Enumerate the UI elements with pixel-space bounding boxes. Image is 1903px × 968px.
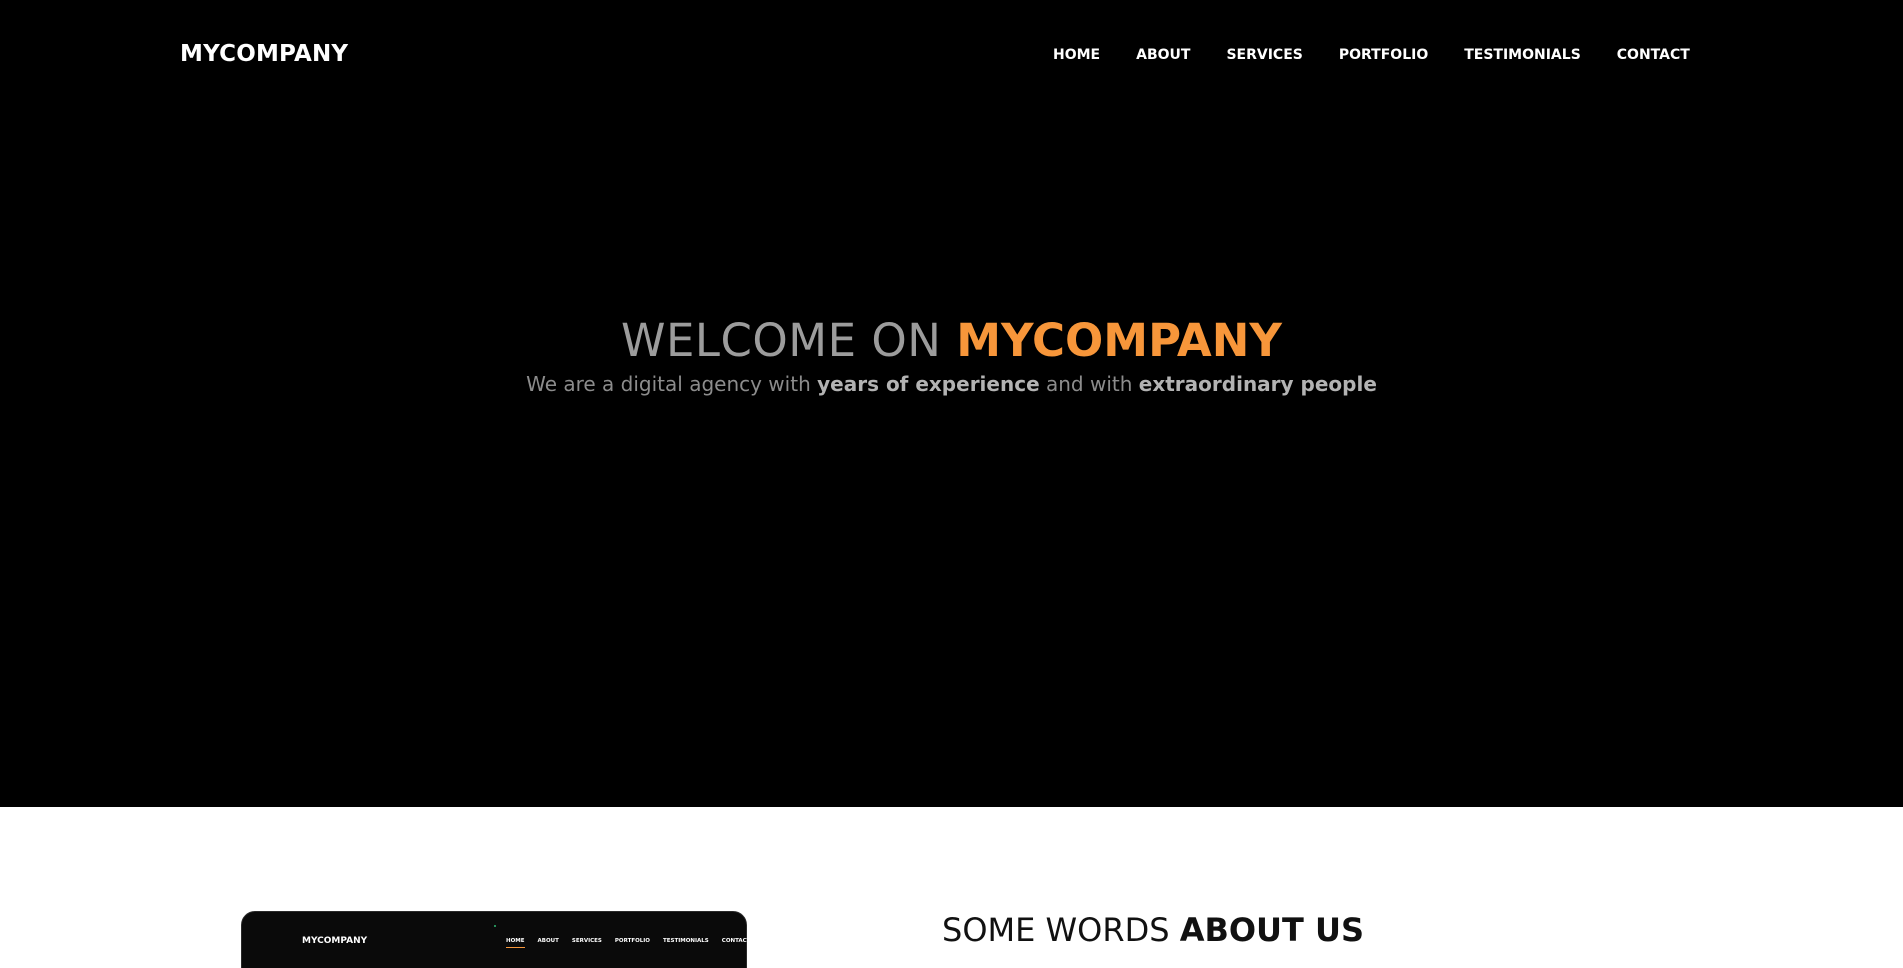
- site-preview-image: MYCOMPANY HOME ABOUT SERVICES PORTFOLIO …: [241, 911, 751, 968]
- preview-nav-services: SERVICES: [571, 938, 602, 944]
- hero-title-light: WELCOME ON: [620, 314, 957, 367]
- nav-link-services[interactable]: SERVICES: [1226, 47, 1302, 63]
- nav-link-portfolio[interactable]: PORTFOLIO: [1339, 47, 1428, 63]
- preview-nav-contact: CONTACT: [721, 938, 751, 944]
- about-title: SOME WORDS ABOUT US: [942, 911, 1364, 949]
- hero-subtitle-bold1: years of experience: [817, 372, 1040, 396]
- preview-dot: [494, 925, 496, 927]
- main-nav: HOME ABOUT SERVICES PORTFOLIO TESTIMONIA…: [1053, 47, 1690, 63]
- preview-nav-testimonials: TESTIMONIALS: [662, 938, 709, 944]
- preview-nav-about: ABOUT: [537, 938, 559, 944]
- hero-title-accent: MYCOMPANY: [956, 314, 1283, 367]
- hero-subtitle-part1: We are a digital agency with: [526, 372, 818, 396]
- nav-link-testimonials[interactable]: TESTIMONIALS: [1464, 47, 1581, 63]
- nav-link-about[interactable]: ABOUT: [1136, 47, 1190, 63]
- preview-nav-home: HOME: [506, 938, 525, 948]
- about-title-light: SOME WORDS: [942, 911, 1180, 949]
- brand-logo[interactable]: MYCOMPANY: [180, 41, 348, 67]
- nav-link-contact[interactable]: CONTACT: [1617, 47, 1690, 63]
- preview-nav-portfolio: PORTFOLIO: [614, 938, 650, 944]
- hero-subtitle-part2: and with: [1039, 372, 1139, 396]
- about-section: MYCOMPANY HOME ABOUT SERVICES PORTFOLIO …: [0, 807, 1903, 968]
- hero-subtitle-bold2: extraordinary people: [1138, 372, 1377, 396]
- hero-title: WELCOME ON MYCOMPANY: [0, 315, 1903, 367]
- about-title-bold: ABOUT US: [1179, 911, 1365, 949]
- preview-nav: HOME ABOUT SERVICES PORTFOLIO TESTIMONIA…: [506, 938, 751, 948]
- hero-section: MYCOMPANY HOME ABOUT SERVICES PORTFOLIO …: [0, 0, 1903, 807]
- nav-link-home[interactable]: HOME: [1053, 47, 1100, 63]
- preview-brand: MYCOMPANY: [302, 936, 368, 946]
- hero-subtitle: We are a digital agency with years of ex…: [0, 372, 1903, 396]
